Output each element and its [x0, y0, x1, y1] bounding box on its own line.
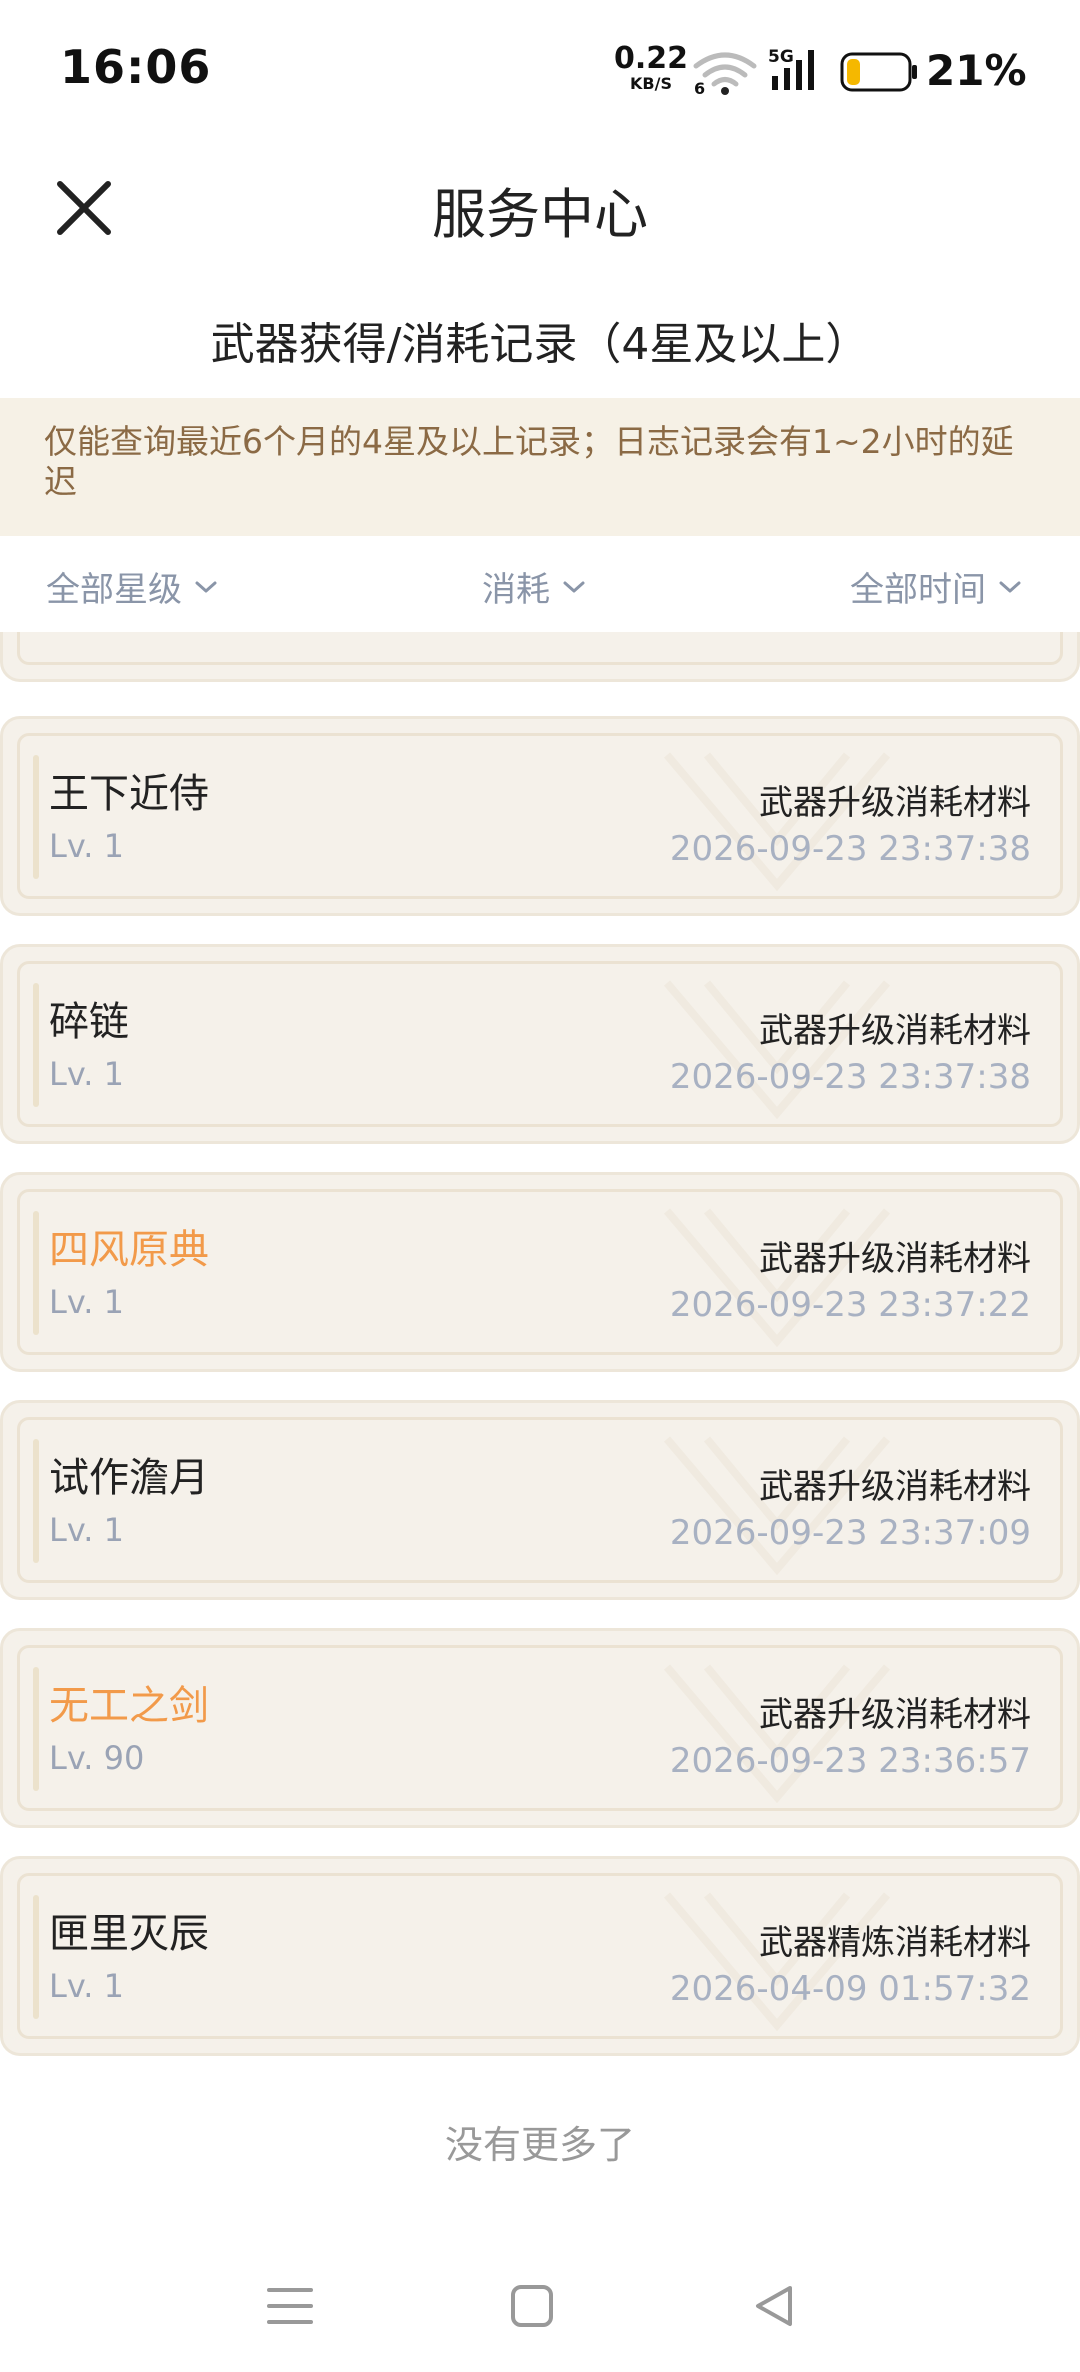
weapon-level: Lv. 1 [49, 1967, 124, 2005]
record-time: 2026-09-23 23:36:57 [669, 1741, 1031, 1781]
record-type: 武器升级消耗材料 [759, 783, 1031, 823]
record-list[interactable]: 王下近侍 Lv. 1 武器升级消耗材料 2026-09-23 23:37:38 … [0, 632, 1080, 2080]
back-button[interactable] [734, 2266, 814, 2346]
weapon-name: 四风原典 [49, 1227, 209, 1273]
chevron-down-icon [563, 581, 585, 592]
battery-icon [840, 52, 917, 92]
weapon-level: Lv. 1 [49, 1055, 124, 1093]
record-card: 四风原典 Lv. 1 武器升级消耗材料 2026-09-23 23:37:22 [0, 1172, 1080, 1372]
weapon-level: Lv. 90 [49, 1739, 145, 1777]
star-filter-dropdown[interactable]: 全部星级 [46, 562, 218, 611]
weapon-name: 碎链 [49, 999, 129, 1045]
weapon-name: 试作澹月 [49, 1455, 209, 1501]
wifi-badge: 6 [694, 79, 705, 96]
home-icon [511, 2285, 553, 2327]
star-filter-label: 全部星级 [46, 570, 182, 610]
status-bar: 16:06 0.22 KB/S 6 5G 21% [0, 0, 1080, 140]
system-nav-bar [0, 2240, 1080, 2372]
record-card: 碎链 Lv. 1 武器升级消耗材料 2026-09-23 23:37:38 [0, 944, 1080, 1144]
weapon-level: Lv. 1 [49, 1283, 124, 1321]
wifi-icon: 6 [693, 52, 757, 96]
record-time: 2026-09-23 23:37:38 [669, 829, 1031, 869]
record-type: 武器精炼消耗材料 [759, 1923, 1031, 1963]
weapon-name: 王下近侍 [49, 771, 209, 817]
filter-bar: 全部星级 消耗 全部时间 [0, 536, 1080, 632]
record-time: 2026-09-23 23:37:22 [669, 1285, 1031, 1325]
chevron-down-icon [999, 581, 1021, 592]
time-filter-label: 全部时间 [850, 570, 986, 610]
weapon-level: Lv. 1 [49, 1511, 124, 1549]
menu-icon [267, 2288, 313, 2324]
chevron-down-icon [195, 581, 217, 592]
record-type: 武器升级消耗材料 [759, 1695, 1031, 1735]
record-card: 王下近侍 Lv. 1 武器升级消耗材料 2026-09-23 23:37:38 [0, 716, 1080, 916]
record-card: 试作澹月 Lv. 1 武器升级消耗材料 2026-09-23 23:37:09 [0, 1400, 1080, 1600]
section-title: 武器获得/消耗记录（4星及以上） [210, 319, 870, 370]
record-card: 无工之剑 Lv. 90 武器升级消耗材料 2026-09-23 23:36:57 [0, 1628, 1080, 1828]
network-type: 5G [768, 47, 794, 67]
record-type: 武器升级消耗材料 [759, 1011, 1031, 1051]
network-speed-value: 0.22 [614, 41, 689, 76]
page-title: 服务中心 [432, 183, 648, 246]
time-filter-dropdown[interactable]: 全部时间 [850, 562, 1022, 611]
recent-apps-button[interactable] [250, 2266, 330, 2346]
type-filter-dropdown[interactable]: 消耗 [482, 562, 586, 611]
network-speed-unit: KB/S [630, 74, 672, 93]
record-time: 2026-09-23 23:37:09 [669, 1513, 1031, 1553]
network-speed: 0.22 KB/S [614, 44, 688, 92]
record-time: 2026-09-23 23:37:38 [669, 1057, 1031, 1097]
no-more-text: 没有更多了 [444, 2123, 635, 2167]
cellular-signal-icon: 5G [768, 47, 814, 90]
back-icon [756, 2286, 792, 2326]
weapon-level: Lv. 1 [49, 827, 124, 865]
type-filter-label: 消耗 [482, 570, 550, 610]
home-button[interactable] [492, 2266, 572, 2346]
notice-banner: 仅能查询最近6个月的4星及以上记录；日志记录会有1~2小时的延迟 [0, 398, 1080, 536]
record-type: 武器升级消耗材料 [759, 1467, 1031, 1507]
record-time: 2026-04-09 01:57:32 [669, 1969, 1031, 2009]
page: 16:06 0.22 KB/S 6 5G 21% 服务中心 武器获得/消耗记录（… [0, 0, 1080, 2372]
weapon-name: 匣里灭辰 [49, 1911, 209, 1957]
record-card-partial [0, 632, 1080, 682]
status-time: 16:06 [60, 40, 212, 94]
record-card: 匣里灭辰 Lv. 1 武器精炼消耗材料 2026-04-09 01:57:32 [0, 1856, 1080, 2056]
weapon-name: 无工之剑 [49, 1683, 209, 1729]
record-type: 武器升级消耗材料 [759, 1239, 1031, 1279]
battery-percent: 21% [926, 46, 1027, 95]
